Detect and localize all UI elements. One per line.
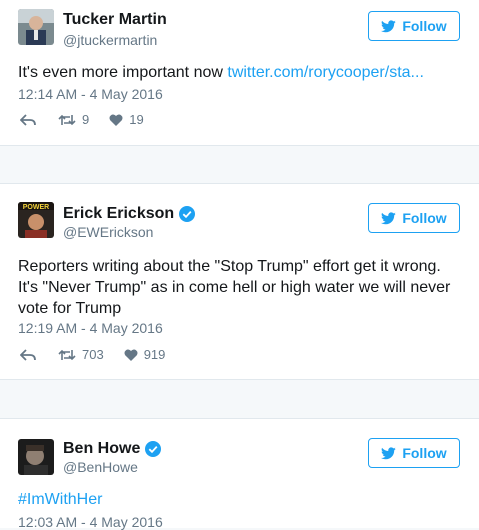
tweet-actions: 703 919 [18,347,165,362]
tweet-link[interactable]: twitter.com/rorycooper/sta... [227,64,424,81]
retweet-icon [58,349,76,360]
heart-icon [109,114,123,126]
follow-label: Follow [402,210,447,226]
verified-badge-icon [179,206,196,222]
avatar[interactable] [18,9,54,45]
like-count: 19 [129,112,144,127]
tweet-actions: 9 19 [18,112,144,127]
timestamp[interactable]: 12:14 AM - 4 May 2016 [18,86,163,102]
tweet-text: #ImWithHer [18,489,458,510]
like-button[interactable]: 19 [109,112,144,127]
user-name[interactable]: Tucker Martin [63,11,167,29]
retweet-count: 703 [82,347,104,362]
follow-label: Follow [402,18,447,34]
user-name[interactable]: Ben Howe [63,440,140,458]
follow-button[interactable]: Follow [368,11,460,41]
retweet-button[interactable]: 703 [58,347,104,362]
reply-button[interactable] [20,113,36,126]
avatar[interactable] [18,439,54,475]
avatar[interactable]: POWER [18,202,54,238]
user-name-row[interactable]: Ben Howe [63,440,162,458]
tweet-text: It's even more important now twitter.com… [18,62,458,83]
user-name-row[interactable]: Tucker Martin [63,11,167,29]
reply-button[interactable] [20,348,36,361]
user-name-row[interactable]: Erick Erickson [63,205,196,223]
avatar-lettering: POWER [23,204,49,211]
retweet-count: 9 [82,112,90,127]
user-handle[interactable]: @jtuckermartin [63,32,157,48]
hashtag-link[interactable]: #ImWithHer [18,491,102,508]
twitter-bird-icon [381,446,397,459]
tweet-card: Tucker Martin @jtuckermartin Follow It's… [0,0,479,146]
tweet-text: Reporters writing about the "Stop Trump"… [18,258,451,317]
twitter-bird-icon [381,211,397,224]
verified-badge-icon [145,441,162,457]
retweet-icon [58,114,76,125]
like-button[interactable]: 919 [124,347,166,362]
timestamp[interactable]: 12:19 AM - 4 May 2016 [18,320,163,336]
retweet-button[interactable]: 9 [58,112,89,127]
user-handle[interactable]: @EWErickson [63,224,153,240]
follow-button[interactable]: Follow [368,203,460,233]
twitter-bird-icon [381,19,397,32]
user-name[interactable]: Erick Erickson [63,205,174,223]
reply-icon [20,348,36,361]
follow-label: Follow [402,445,447,461]
reply-icon [20,113,36,126]
user-handle[interactable]: @BenHowe [63,459,138,475]
follow-button[interactable]: Follow [368,438,460,468]
tweet-body: It's even more important now [18,64,228,81]
like-count: 919 [143,347,166,362]
heart-icon [124,349,138,361]
tweet-card: POWER Erick Erickson @EWErickson Follow … [0,183,479,380]
tweet-card: Ben Howe @BenHowe Follow #ImWithHer 12:0… [0,418,479,530]
timestamp[interactable]: 12:03 AM - 4 May 2016 [18,514,163,530]
